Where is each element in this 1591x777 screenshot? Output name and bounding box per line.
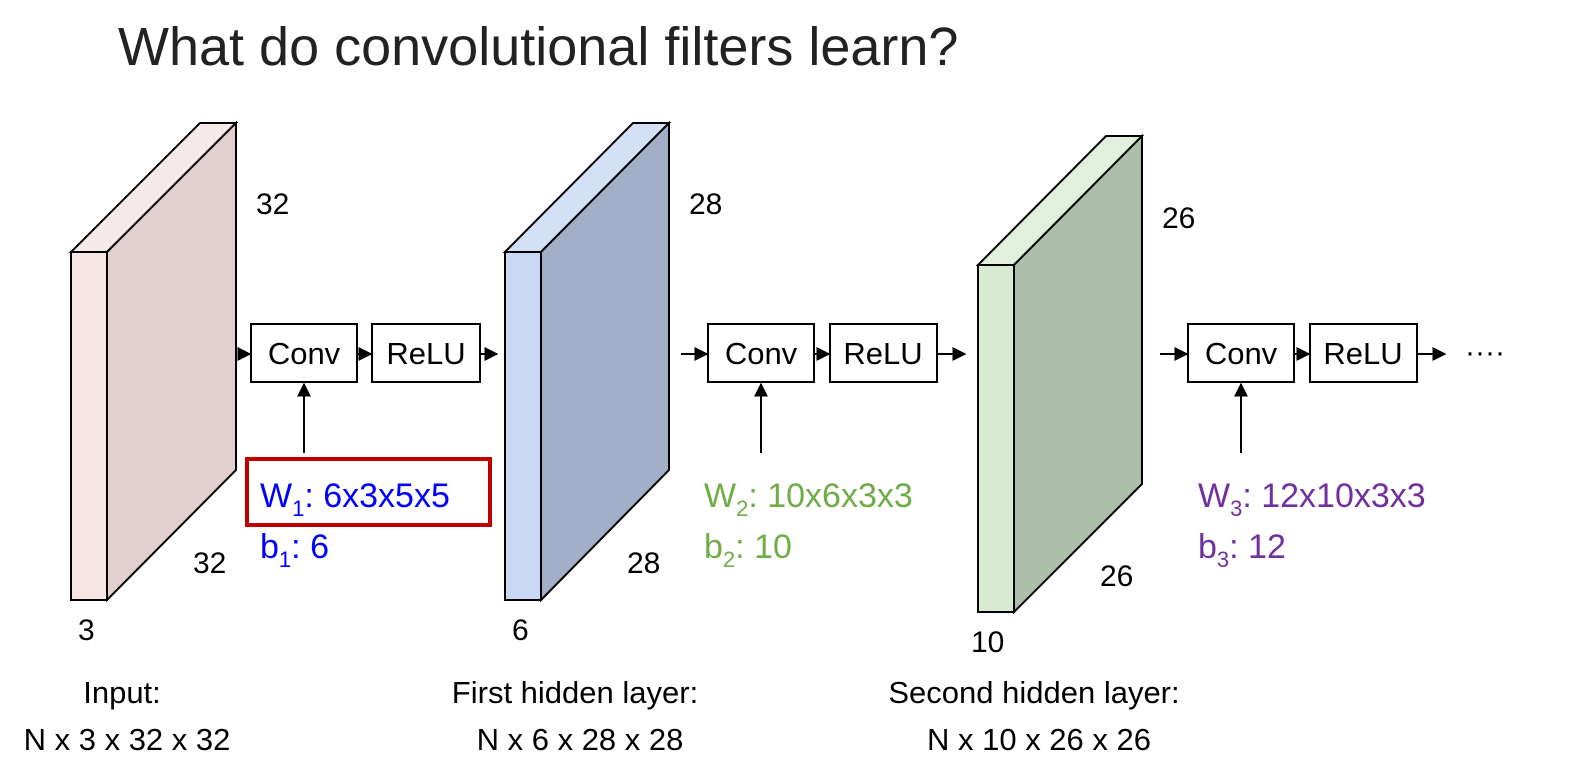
input-caption-title: Input: — [83, 675, 161, 710]
hidden2-caption-shape: N x 10 x 26 x 26 — [927, 722, 1151, 757]
input-caption-shape: N x 3 x 32 x 32 — [24, 722, 231, 757]
relu3-label: ReLU — [1323, 336, 1402, 371]
params-layer2: W2: 10x6x3x3 b2: 10 — [704, 477, 913, 572]
input-width-label: 32 — [193, 547, 226, 580]
hidden1-caption-title: First hidden layer: — [452, 675, 698, 710]
continuation-ellipsis: ···· — [1465, 336, 1505, 369]
hidden1-volume — [502, 120, 672, 603]
hidden2-caption-title: Second hidden layer: — [888, 675, 1179, 710]
conv1-label: Conv — [268, 336, 341, 371]
b2-label: b2: 10 — [704, 528, 792, 572]
params-layer3: W3: 12x10x3x3 b3: 12 — [1198, 477, 1426, 572]
w1-label: W1: 6x3x5x5 — [260, 477, 450, 521]
hidden2-volume-front — [977, 264, 1015, 613]
hidden1-volume-side — [540, 120, 670, 603]
slide-canvas: What do convolutional filters learn? 32 … — [24, 17, 1505, 757]
hidden1-caption-shape: N x 6 x 28 x 28 — [477, 722, 684, 757]
hidden2-height-label: 26 — [1162, 202, 1195, 235]
w2-label: W2: 10x6x3x3 — [704, 477, 913, 521]
hidden2-depth-label: 10 — [971, 626, 1004, 659]
w3-label: W3: 12x10x3x3 — [1198, 477, 1426, 521]
hidden2-width-label: 26 — [1100, 560, 1133, 593]
b1-label: b1: 6 — [260, 528, 329, 572]
hidden2-volume — [975, 133, 1145, 615]
hidden1-volume-front — [504, 251, 542, 601]
conv2-label: Conv — [725, 336, 798, 371]
conv3-label: Conv — [1205, 336, 1278, 371]
input-depth-label: 3 — [78, 614, 95, 647]
b3-label: b3: 12 — [1198, 528, 1286, 572]
input-volume-front — [70, 251, 108, 601]
hidden1-depth-label: 6 — [512, 614, 529, 647]
hidden1-width-label: 28 — [627, 547, 660, 580]
relu1-label: ReLU — [386, 336, 465, 371]
input-height-label: 32 — [256, 188, 289, 221]
hidden1-height-label: 28 — [689, 188, 722, 221]
hidden2-volume-side — [1013, 133, 1143, 615]
input-volume-side — [106, 120, 237, 603]
input-volume — [68, 120, 239, 603]
slide-title: What do convolutional filters learn? — [118, 17, 958, 77]
relu2-label: ReLU — [843, 336, 922, 371]
